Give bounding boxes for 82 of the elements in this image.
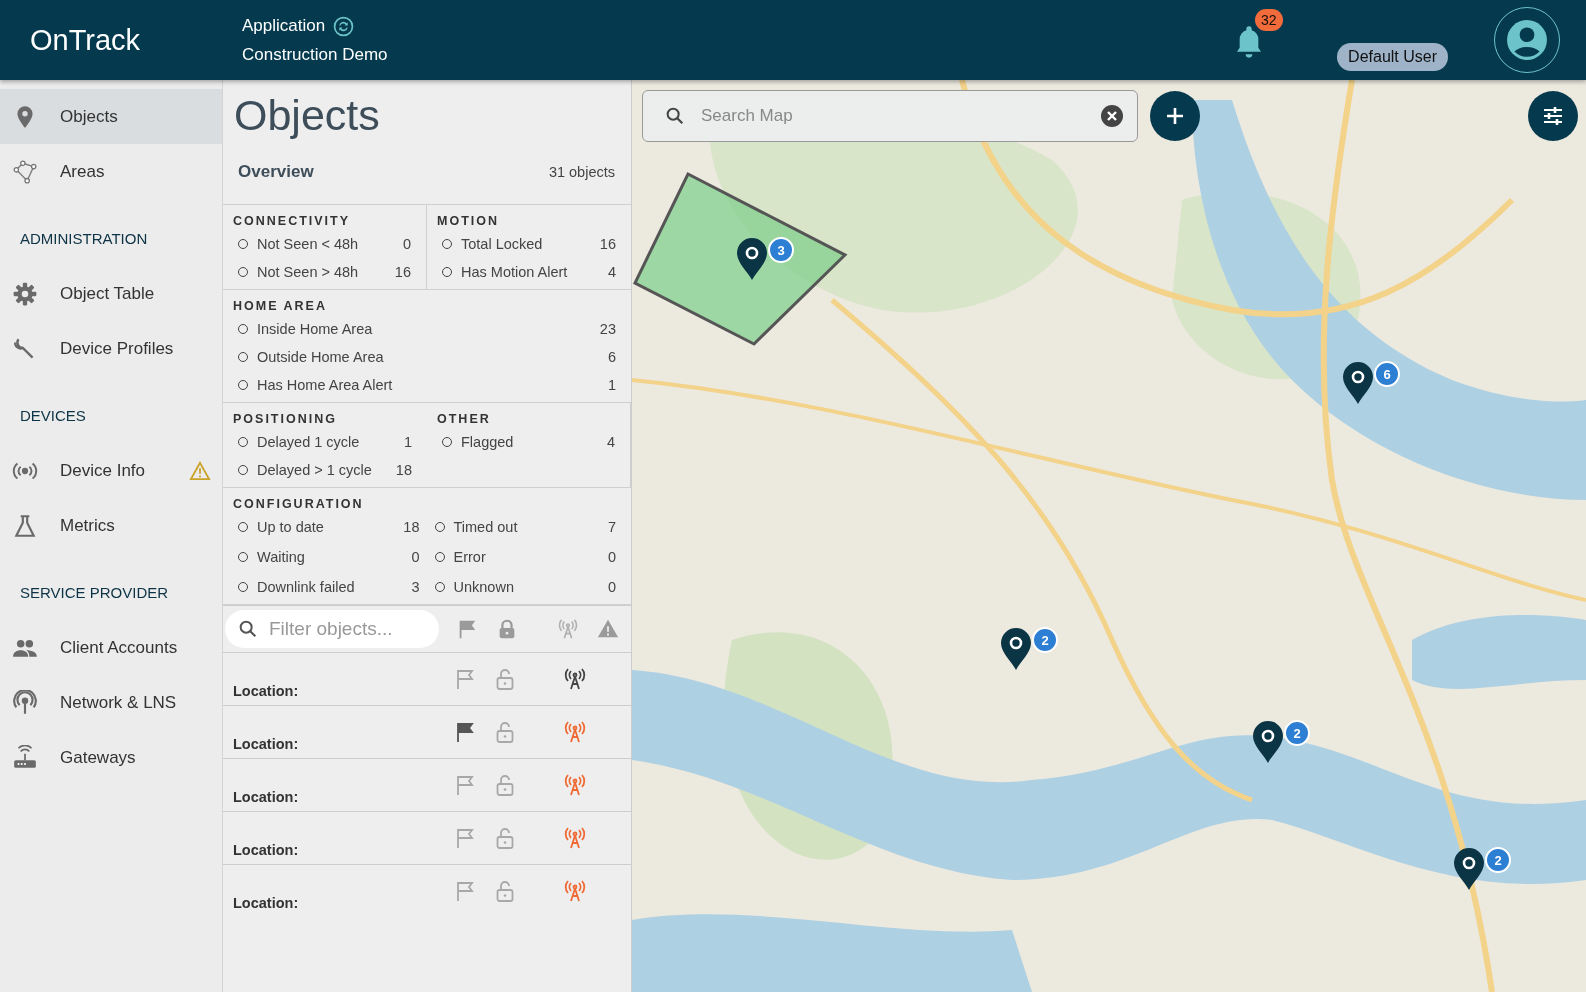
count-value: 23 <box>599 321 616 337</box>
nav-item[interactable]: Metrics <box>0 498 222 553</box>
antenna-icon <box>12 689 38 716</box>
filter-label: Delayed 1 cycle <box>257 433 361 452</box>
map-pin[interactable] <box>1342 361 1374 405</box>
filter-label: Total Locked <box>461 235 544 254</box>
count-value: 0 <box>402 236 411 252</box>
count-value: 0 <box>607 549 616 565</box>
filter-label: Up to date <box>257 518 325 537</box>
search-icon <box>237 618 259 640</box>
nav-item[interactable]: Areas <box>0 144 222 199</box>
section-heading: ADMINISTRATION <box>19 229 149 249</box>
map-pin[interactable] <box>736 237 768 281</box>
filter-label: Not Seen < 48h <box>257 235 360 254</box>
section-title: MOTION <box>437 214 500 228</box>
section-title: POSITIONING <box>233 412 338 426</box>
section-heading: SERVICE PROVIDER <box>19 583 170 603</box>
section-title: CONNECTIVITY <box>233 214 352 228</box>
count-value: 1 <box>607 377 616 393</box>
location-label: Location: <box>233 683 300 699</box>
section-title: OTHER <box>437 412 492 426</box>
location-label: Location: <box>233 736 300 752</box>
filter-field[interactable]: Filter objects... <box>225 610 439 648</box>
application-label: Application <box>242 16 326 36</box>
filter-label: Has Motion Alert <box>461 263 569 282</box>
section-title: CONFIGURATION <box>233 497 365 511</box>
map-pin[interactable] <box>1000 627 1032 671</box>
area-icon <box>12 158 38 185</box>
filter-label: Flagged <box>461 433 515 452</box>
location-label: Location: <box>233 789 300 805</box>
flask-icon <box>12 512 38 539</box>
nav-item[interactable]: Gateways <box>0 730 222 785</box>
sliders-icon <box>1541 104 1565 128</box>
nav-item[interactable]: Device Info <box>0 443 222 498</box>
filter-label: Unknown <box>453 578 515 597</box>
object-count: 31 objects <box>548 164 615 180</box>
filter-label: Delayed > 1 cycle <box>257 461 373 480</box>
count-value: 4 <box>607 264 616 280</box>
nav-item[interactable]: Network & LNS <box>0 675 222 730</box>
count-value: 0 <box>607 579 616 595</box>
filter-label: Downlink failed <box>257 578 356 597</box>
map-search-field[interactable]: Search Map <box>642 90 1138 142</box>
map-pin[interactable] <box>1453 847 1485 891</box>
nav-item[interactable]: Object Table <box>0 266 222 321</box>
section-heading: DEVICES <box>19 406 87 426</box>
location-label: Location: <box>233 895 300 911</box>
filter-label: Not Seen > 48h <box>257 263 360 282</box>
logo: OnTrack <box>30 23 142 57</box>
sync-icon[interactable] <box>333 15 355 37</box>
router-icon <box>12 744 38 771</box>
section-title: HOME AREA <box>233 299 328 313</box>
search-icon <box>664 105 686 127</box>
count-value: 6 <box>607 349 616 365</box>
page-title: Objects <box>234 90 381 140</box>
filter-label: Outside Home Area <box>257 348 385 367</box>
count-value: 18 <box>395 462 412 478</box>
nav-item[interactable]: Client Accounts <box>0 620 222 675</box>
filter-label: Waiting <box>257 548 306 567</box>
count-value: 3 <box>411 579 420 595</box>
gear-icon <box>12 280 38 307</box>
count-value: 0 <box>411 549 420 565</box>
clear-icon[interactable] <box>1100 104 1124 128</box>
nav-item[interactable]: Objects <box>0 89 222 144</box>
filter-label: Has Home Area Alert <box>257 376 394 395</box>
location-label: Location: <box>233 842 300 858</box>
map-pin[interactable] <box>1252 720 1284 764</box>
user-icon <box>1506 19 1548 61</box>
count-value: 4 <box>606 434 615 450</box>
object-row[interactable]: Location: <box>223 705 631 758</box>
filter-label: Inside Home Area <box>257 320 374 339</box>
notification-badge: 32 <box>1255 9 1283 31</box>
count-value: 16 <box>599 236 616 252</box>
overview-title: Overview <box>238 162 314 182</box>
application-name[interactable]: Construction Demo <box>242 44 388 65</box>
count-value: 16 <box>394 264 411 280</box>
nav-item[interactable]: Device Profiles <box>0 321 222 376</box>
count-value: 1 <box>403 434 412 450</box>
count-value: 7 <box>607 519 616 535</box>
filter-label: Timed out <box>453 518 519 537</box>
user-role-badge: Default User <box>1337 43 1448 71</box>
count-value: 18 <box>403 519 420 535</box>
filter-label: Error <box>453 548 487 567</box>
